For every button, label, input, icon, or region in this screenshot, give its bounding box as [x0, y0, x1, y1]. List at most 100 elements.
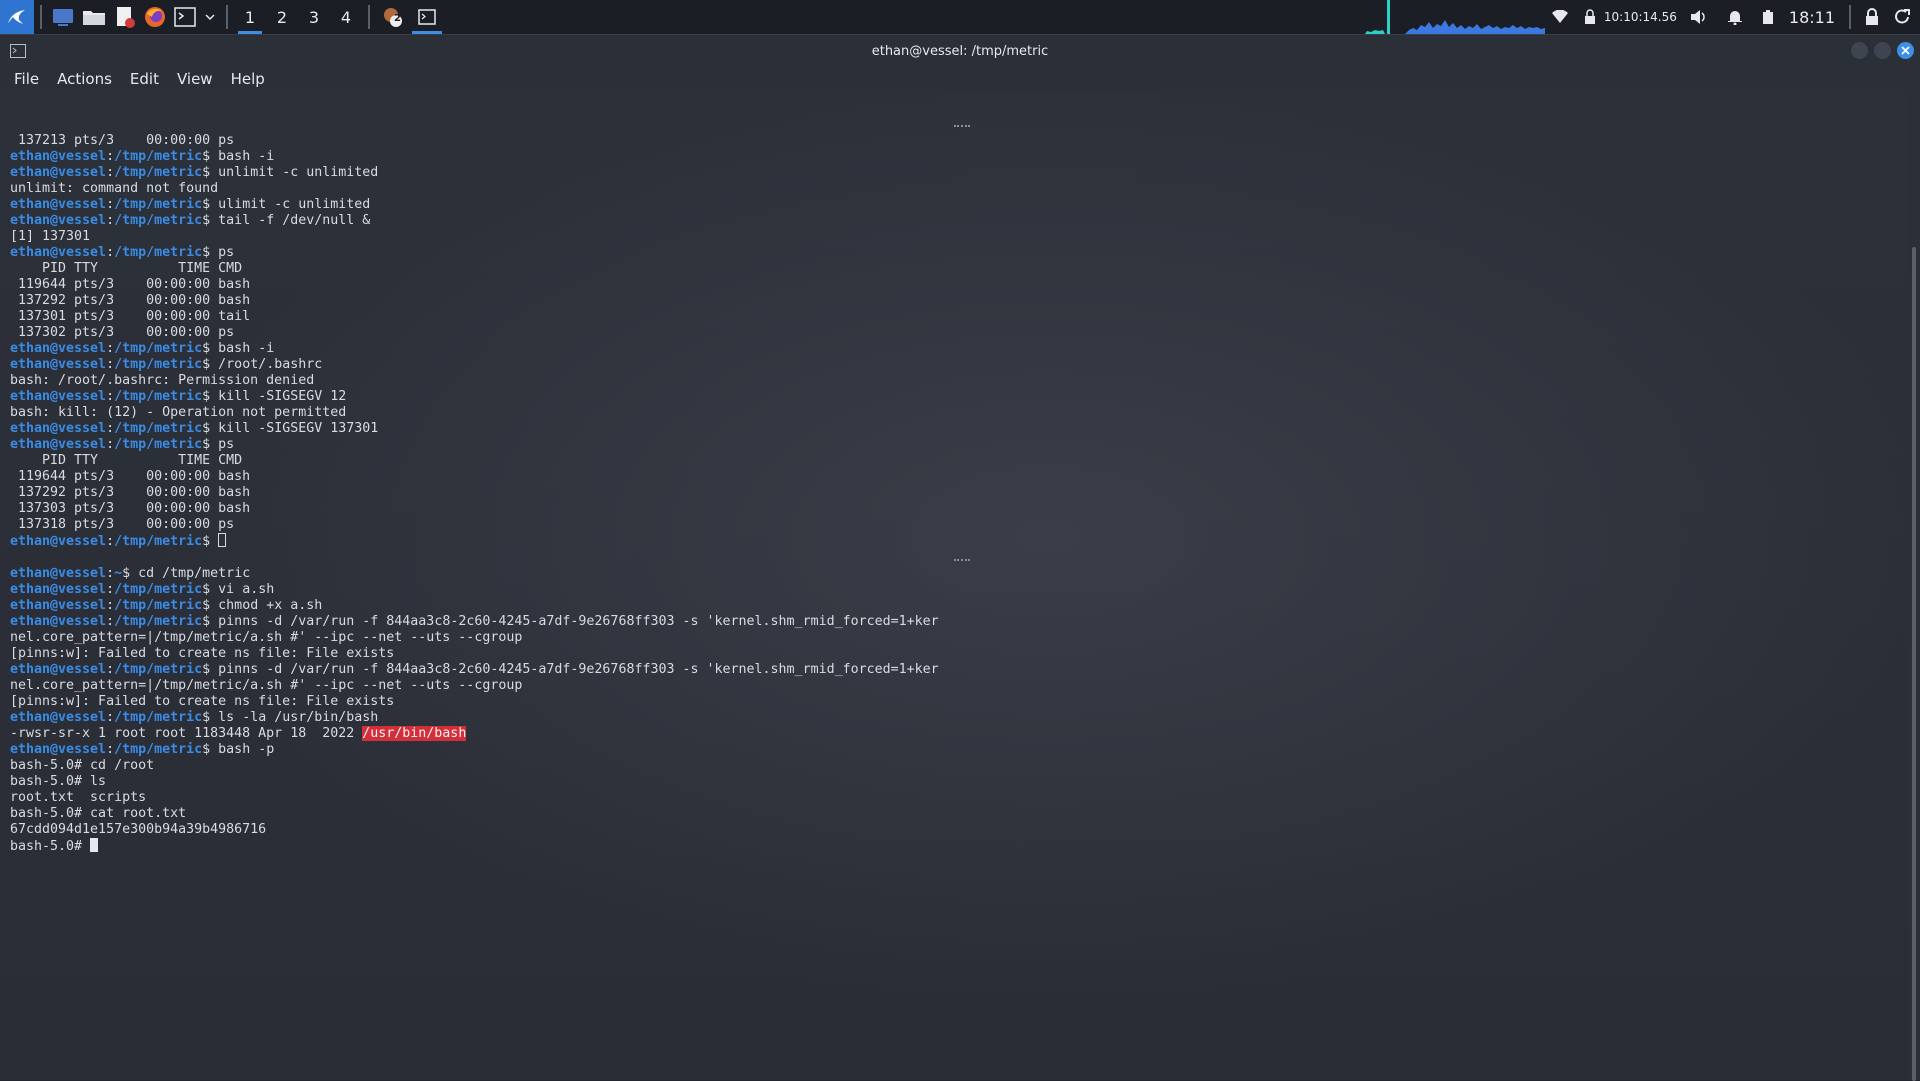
- scrollbar-thumb-top[interactable]: [1912, 247, 1916, 607]
- prompt-user: ethan@vessel: [10, 421, 107, 436]
- prompt-path: /tmp/metric: [114, 213, 203, 228]
- prompt-separator: :: [106, 245, 115, 260]
- output-text: bash-5.0# cd /root: [10, 758, 155, 773]
- terminal-line: ethan@vessel:/tmp/metric$ bash -i: [10, 341, 1908, 357]
- root-prompt: bash-5.0#: [10, 839, 91, 854]
- menu-edit[interactable]: Edit: [130, 70, 159, 88]
- prompt-symbol: $: [202, 357, 219, 372]
- workspace-label: 2: [276, 7, 288, 27]
- lock-screen-icon[interactable]: [1857, 0, 1887, 34]
- minimize-button[interactable]: [1851, 42, 1868, 59]
- prompt-symbol: $: [202, 437, 219, 452]
- output-text: bash: /root/.bashrc: Permission denied: [10, 373, 315, 388]
- desktop-icon[interactable]: [48, 0, 78, 34]
- dropdown-icon[interactable]: [200, 0, 220, 34]
- scrollbar[interactable]: [1910, 91, 1918, 1081]
- maximize-button[interactable]: [1874, 42, 1891, 59]
- output-text: 137302 pts/3 00:00:00 ps: [10, 325, 235, 340]
- logout-icon[interactable]: [1887, 0, 1920, 34]
- prompt-separator: :: [106, 149, 115, 164]
- command-text: unlimit -c unlimited: [218, 165, 379, 180]
- network-icon[interactable]: [1545, 0, 1575, 34]
- prompt-user: ethan@vessel: [10, 357, 107, 372]
- prompt-path: /tmp/metric: [114, 710, 203, 725]
- output-text: [1] 137301: [10, 229, 91, 244]
- prompt-path: /tmp/metric: [114, 662, 203, 677]
- terminal-line: ethan@vessel:/tmp/metric$ ls -la /usr/bi…: [10, 710, 1908, 726]
- panel-separator: [40, 5, 42, 29]
- menu-help[interactable]: Help: [231, 70, 265, 88]
- menu-view[interactable]: View: [177, 70, 213, 88]
- output-text: nel.core_pattern=|/tmp/metric/a.sh #' --…: [10, 630, 523, 645]
- prompt-symbol: $: [202, 197, 219, 212]
- scrollbar-thumb-bottom[interactable]: [1912, 581, 1916, 1081]
- output-text: PID TTY TIME CMD: [10, 261, 243, 276]
- output-text: [pinns:w]: Failed to create ns file: Fil…: [10, 646, 395, 661]
- output-text: 137318 pts/3 00:00:00 ps: [10, 517, 235, 532]
- battery-icon[interactable]: [1755, 0, 1781, 34]
- menu-bar: File Actions Edit View Help: [0, 67, 1920, 91]
- prompt-path: /tmp/metric: [114, 421, 203, 436]
- cpu-graph-left: [1364, 0, 1405, 34]
- terminal-pane-top[interactable]: 137213 pts/3 00:00:00 ps ethan@vessel:/tm…: [10, 133, 1908, 549]
- command-text: bash -i: [218, 149, 275, 164]
- prompt-symbol: $: [202, 149, 219, 164]
- prompt-symbol: $: [202, 341, 219, 356]
- notification-bell-icon[interactable]: [1715, 0, 1755, 34]
- volume-icon[interactable]: [1683, 0, 1715, 34]
- file-manager-icon[interactable]: [78, 0, 110, 34]
- output-text: bash: kill: (12) - Operation not permitt…: [10, 405, 347, 420]
- vpn-lock-icon[interactable]: [1575, 0, 1598, 34]
- workspace-4[interactable]: 4: [330, 0, 362, 34]
- menu-file[interactable]: File: [14, 70, 39, 88]
- prompt-symbol: $: [202, 165, 219, 180]
- taskbar-item-group[interactable]: 2: [376, 0, 410, 34]
- window-titlebar[interactable]: ethan@vessel: /tmp/metric: [0, 35, 1920, 67]
- terminal-icon[interactable]: [170, 0, 200, 34]
- terminal-line: ethan@vessel:/tmp/metric$ kill -SIGSEGV …: [10, 421, 1908, 437]
- split-divider-handle[interactable]: [954, 559, 970, 563]
- firefox-icon[interactable]: [140, 0, 170, 34]
- terminal-line: nel.core_pattern=|/tmp/metric/a.sh #' --…: [10, 630, 1908, 646]
- output-text: 137301 pts/3 00:00:00 tail: [10, 309, 251, 324]
- prompt-path: /tmp/metric: [114, 341, 203, 356]
- kali-menu-icon[interactable]: [0, 0, 34, 34]
- command-text: vi a.sh: [218, 582, 275, 597]
- terminal-line: ethan@vessel:/tmp/metric$ kill -SIGSEGV …: [10, 389, 1908, 405]
- terminal-line: -rwsr-sr-x 1 root root 1183448 Apr 18 20…: [10, 726, 1908, 742]
- prompt-symbol: $: [202, 598, 219, 613]
- task-badge: 2: [394, 13, 401, 24]
- workspace-label: 3: [308, 7, 320, 27]
- taskbar-item-terminal[interactable]: [410, 0, 444, 34]
- terminal-area[interactable]: 137213 pts/3 00:00:00 ps ethan@vessel:/tm…: [0, 91, 1908, 1080]
- prompt-separator: :: [106, 437, 115, 452]
- workspace-2[interactable]: 2: [266, 0, 298, 34]
- prompt-user: ethan@vessel: [10, 582, 107, 597]
- workspace-1[interactable]: 1: [234, 0, 266, 34]
- terminal-line: 137303 pts/3 00:00:00 bash: [10, 501, 1908, 517]
- terminal-line: 119644 pts/3 00:00:00 bash: [10, 469, 1908, 485]
- top-panel: 1 2 3 4 2 10:10:14.56 18:11: [0, 0, 1920, 34]
- clock[interactable]: 18:11: [1781, 8, 1843, 27]
- terminal-pane-bottom[interactable]: ethan@vessel:~$ cd /tmp/metric ethan@vess…: [10, 566, 1908, 854]
- prompt-separator: :: [106, 357, 115, 372]
- close-button[interactable]: [1897, 42, 1914, 59]
- command-text: ps: [218, 245, 235, 260]
- output-text: 67cdd094d1e157e300b94a39b4986716: [10, 822, 267, 837]
- prompt-user: ethan@vessel: [10, 598, 107, 613]
- terminal-line: unlimit: command not found: [10, 181, 1908, 197]
- prompt-path: /tmp/metric: [114, 245, 203, 260]
- terminal-line: bash-5.0# ls: [10, 774, 1908, 790]
- terminal-window-icon: [10, 44, 26, 62]
- menu-actions[interactable]: Actions: [57, 70, 112, 88]
- prompt-path: /tmp/metric: [114, 437, 203, 452]
- terminal-line: bash-5.0# cd /root: [10, 758, 1908, 774]
- text-editor-icon[interactable]: [110, 0, 140, 34]
- split-divider-handle[interactable]: [954, 125, 970, 129]
- terminal-line: ethan@vessel:/tmp/metric$ unlimit -c unl…: [10, 165, 1908, 181]
- prompt-symbol: $: [202, 614, 219, 629]
- prompt-user: ethan@vessel: [10, 245, 107, 260]
- cpu-graph: [1404, 0, 1545, 34]
- workspace-3[interactable]: 3: [298, 0, 330, 34]
- output-text: 137213 pts/3 00:00:00 ps: [10, 133, 235, 148]
